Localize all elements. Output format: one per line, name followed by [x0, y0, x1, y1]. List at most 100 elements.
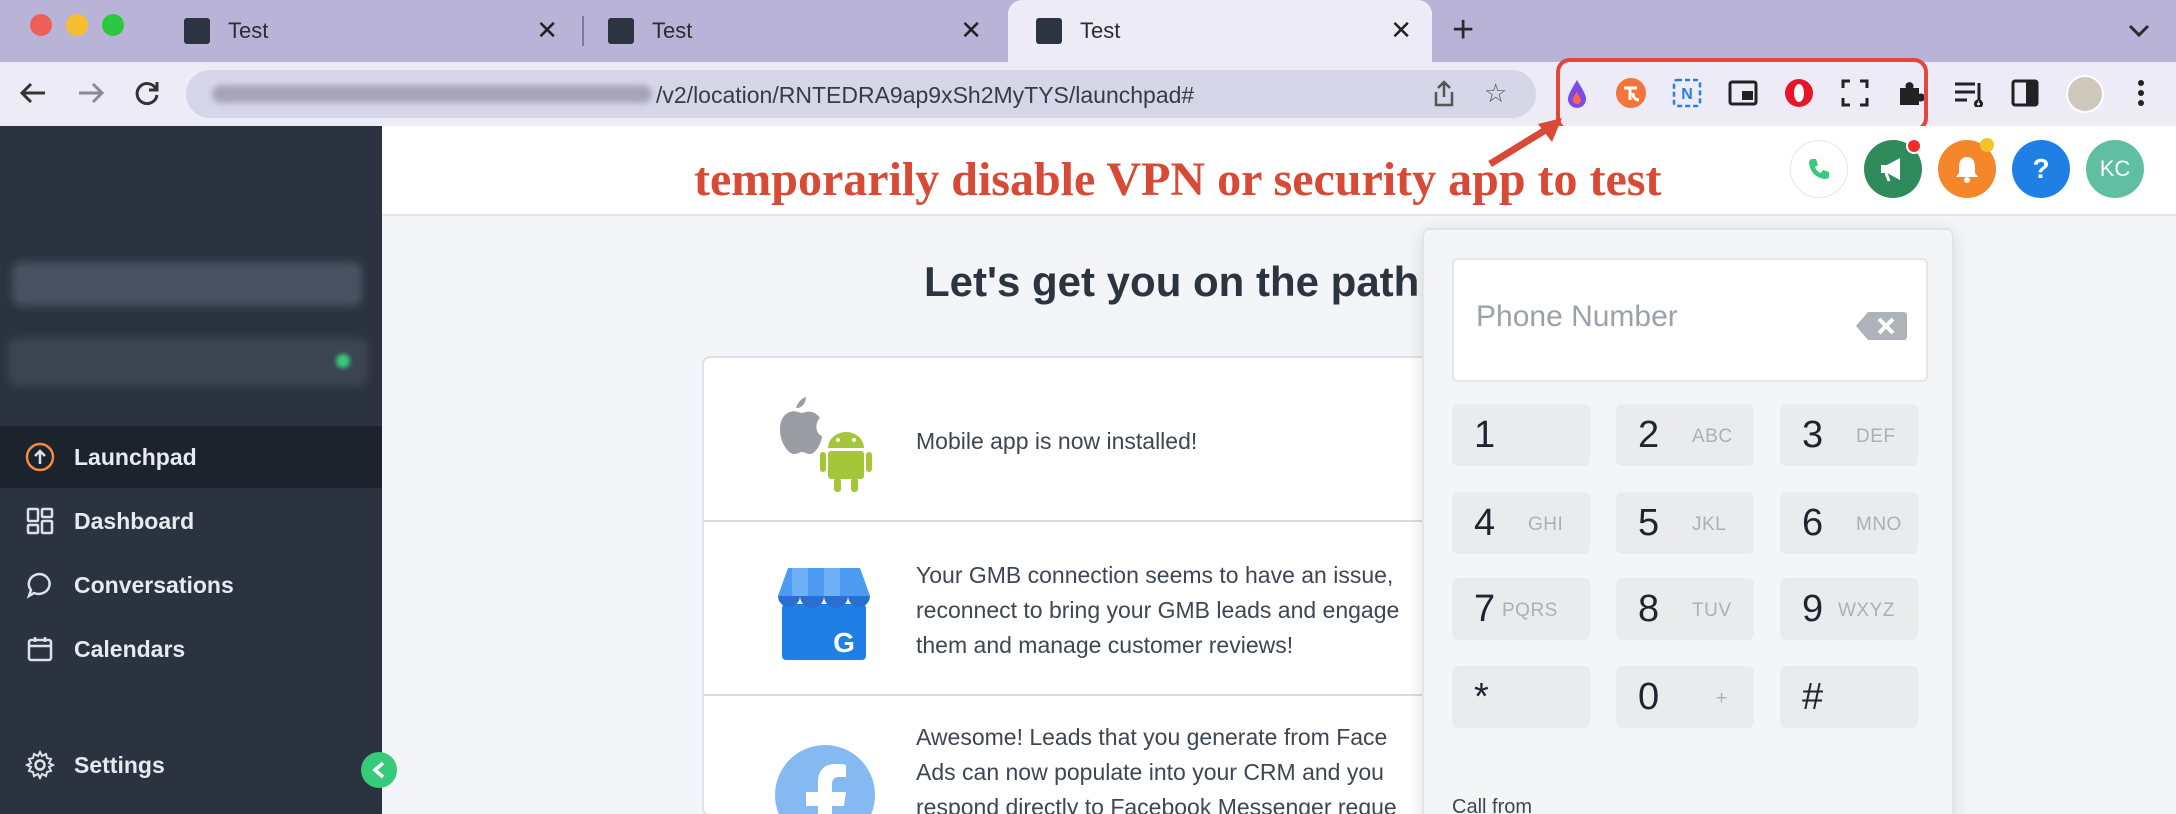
- key-digit: 3: [1802, 414, 1824, 456]
- apple-android-icon: [780, 397, 872, 492]
- extensions-highlight-box: [1556, 58, 1928, 132]
- dial-key-star[interactable]: *: [1452, 666, 1590, 728]
- user-avatar[interactable]: KC: [2086, 140, 2144, 198]
- status-dot: [336, 354, 350, 368]
- sidebar-collapse-button[interactable]: [361, 752, 397, 788]
- annotation-text: temporarily disable VPN or security app …: [694, 153, 1662, 206]
- card-text-line: reconnect to bring your GMB leads and en…: [916, 597, 1400, 623]
- reload-icon[interactable]: [126, 72, 168, 114]
- sidebar-item-label: Conversations: [74, 571, 234, 598]
- dial-key-9[interactable]: 9 WXYZ: [1780, 578, 1918, 640]
- side-panel-icon[interactable]: [2008, 76, 2042, 110]
- browser-profile-avatar[interactable]: [2066, 75, 2104, 113]
- key-letters: PQRS: [1502, 600, 1558, 621]
- sidebar-item-settings[interactable]: Settings: [0, 734, 382, 796]
- tab-title: Test: [1080, 18, 1121, 43]
- dial-key-4[interactable]: 4 GHI: [1452, 492, 1590, 554]
- header-phone-button[interactable]: [1790, 140, 1848, 198]
- key-digit: #: [1802, 676, 1824, 718]
- bell-icon: [1956, 157, 1978, 183]
- tab-close-icon[interactable]: ✕: [1390, 17, 1412, 43]
- account-switcher-redacted[interactable]: [12, 262, 362, 306]
- new-tab-button[interactable]: +: [1452, 11, 1474, 49]
- key-letters: WXYZ: [1838, 600, 1895, 621]
- key-digit: 5: [1638, 502, 1660, 544]
- sidebar-item-launchpad[interactable]: Launchpad: [0, 426, 382, 488]
- google-my-business-icon: G: [778, 568, 870, 660]
- key-letters: JKL: [1692, 514, 1727, 535]
- key-digit: 4: [1474, 502, 1496, 544]
- share-icon[interactable]: [1432, 80, 1456, 115]
- tab-close-icon[interactable]: ✕: [960, 17, 982, 43]
- header-notifications-button[interactable]: [1938, 138, 1996, 198]
- gear-icon: [24, 749, 56, 781]
- notification-dot: [1980, 138, 1994, 152]
- sidebar-item-dashboard[interactable]: Dashboard: [0, 490, 382, 552]
- bookmark-star-icon[interactable]: ☆: [1484, 78, 1507, 109]
- sidebar-item-calendars[interactable]: Calendars: [0, 618, 382, 680]
- list-item: Mobile app is now installed!: [704, 358, 1460, 522]
- sidebar-item-label: Calendars: [74, 635, 186, 662]
- calendar-icon: [24, 633, 56, 665]
- card-text-line: Ads can now populate into your CRM and y…: [916, 759, 1384, 785]
- help-icon: ?: [2032, 153, 2050, 184]
- notification-dot: [1906, 138, 1922, 154]
- browser-tab[interactable]: Test ✕: [156, 0, 578, 62]
- tab-close-icon[interactable]: ✕: [536, 17, 558, 43]
- key-letters: GHI: [1528, 514, 1564, 535]
- url-domain-redacted: [212, 85, 652, 103]
- search-box-redacted[interactable]: [8, 338, 368, 386]
- chevron-left-icon: [372, 761, 385, 779]
- forward-arrow-icon[interactable]: [70, 72, 112, 114]
- dial-key-5[interactable]: 5 JKL: [1616, 492, 1754, 554]
- key-digit: 0: [1638, 676, 1660, 718]
- dial-key-7[interactable]: 7 PQRS: [1452, 578, 1590, 640]
- window-zoom-button[interactable]: [102, 14, 124, 36]
- tab-search-chevron-icon[interactable]: [2128, 18, 2150, 44]
- launchpad-icon: [24, 441, 56, 473]
- dial-key-0[interactable]: 0 +: [1616, 666, 1754, 728]
- dial-key-1[interactable]: 1: [1452, 404, 1590, 466]
- key-letters: +: [1716, 688, 1728, 709]
- sidebar-item-label: Settings: [74, 751, 165, 778]
- key-digit: 9: [1802, 588, 1824, 630]
- phone-number-placeholder: Phone Number: [1476, 300, 1678, 333]
- browser-menu-icon[interactable]: [2124, 76, 2158, 110]
- header-megaphone-button[interactable]: [1864, 138, 1922, 198]
- dial-key-2[interactable]: 2 ABC: [1616, 404, 1754, 466]
- dial-key-3[interactable]: 3 DEF: [1780, 404, 1918, 466]
- key-letters: MNO: [1856, 514, 1902, 535]
- key-digit: 8: [1638, 588, 1660, 630]
- svg-text:G: G: [833, 627, 855, 658]
- reading-list-icon[interactable]: [1952, 76, 1986, 110]
- key-digit: 1: [1474, 414, 1496, 456]
- tab-title: Test: [228, 18, 269, 43]
- key-digit: *: [1474, 676, 1489, 718]
- browser-tab-active[interactable]: Test ✕: [1008, 0, 1432, 62]
- window-close-button[interactable]: [30, 14, 52, 36]
- browser-tab[interactable]: Test ✕: [580, 0, 1002, 62]
- card-text-line: respond directly to Facebook Messenger r…: [916, 794, 1397, 814]
- back-arrow-icon[interactable]: [12, 72, 54, 114]
- sidebar-item-label: Launchpad: [74, 443, 197, 470]
- card-text-line: Awesome! Leads that you generate from Fa…: [916, 724, 1388, 750]
- sidebar-item-conversations[interactable]: Conversations: [0, 554, 382, 616]
- key-digit: 6: [1802, 502, 1824, 544]
- dial-key-6[interactable]: 6 MNO: [1780, 492, 1918, 554]
- browser-tab-bar: Test ✕ Test ✕ Test ✕ +: [0, 0, 2176, 62]
- key-digit: 2: [1638, 414, 1660, 456]
- card-text: Mobile app is now installed!: [916, 428, 1198, 454]
- phone-number-field[interactable]: Phone Number: [1452, 258, 1928, 382]
- dial-key-hash[interactable]: #: [1780, 666, 1918, 728]
- window-minimize-button[interactable]: [66, 14, 88, 36]
- url-text: /v2/location/RNTEDRA9ap9xSh2MyTYS/launch…: [656, 82, 1195, 108]
- address-bar[interactable]: /v2/location/RNTEDRA9ap9xSh2MyTYS/launch…: [186, 70, 1536, 118]
- key-letters: ABC: [1692, 426, 1733, 447]
- sidebar: Launchpad Dashboard Conversations Calend…: [0, 126, 382, 814]
- backspace-icon[interactable]: [1854, 310, 1908, 342]
- header-help-button[interactable]: ?: [2012, 140, 2070, 198]
- dial-key-8[interactable]: 8 TUV: [1616, 578, 1754, 640]
- phone-icon: [1809, 159, 1829, 179]
- key-letters: TUV: [1692, 600, 1732, 621]
- sidebar-item-label: Dashboard: [74, 507, 195, 534]
